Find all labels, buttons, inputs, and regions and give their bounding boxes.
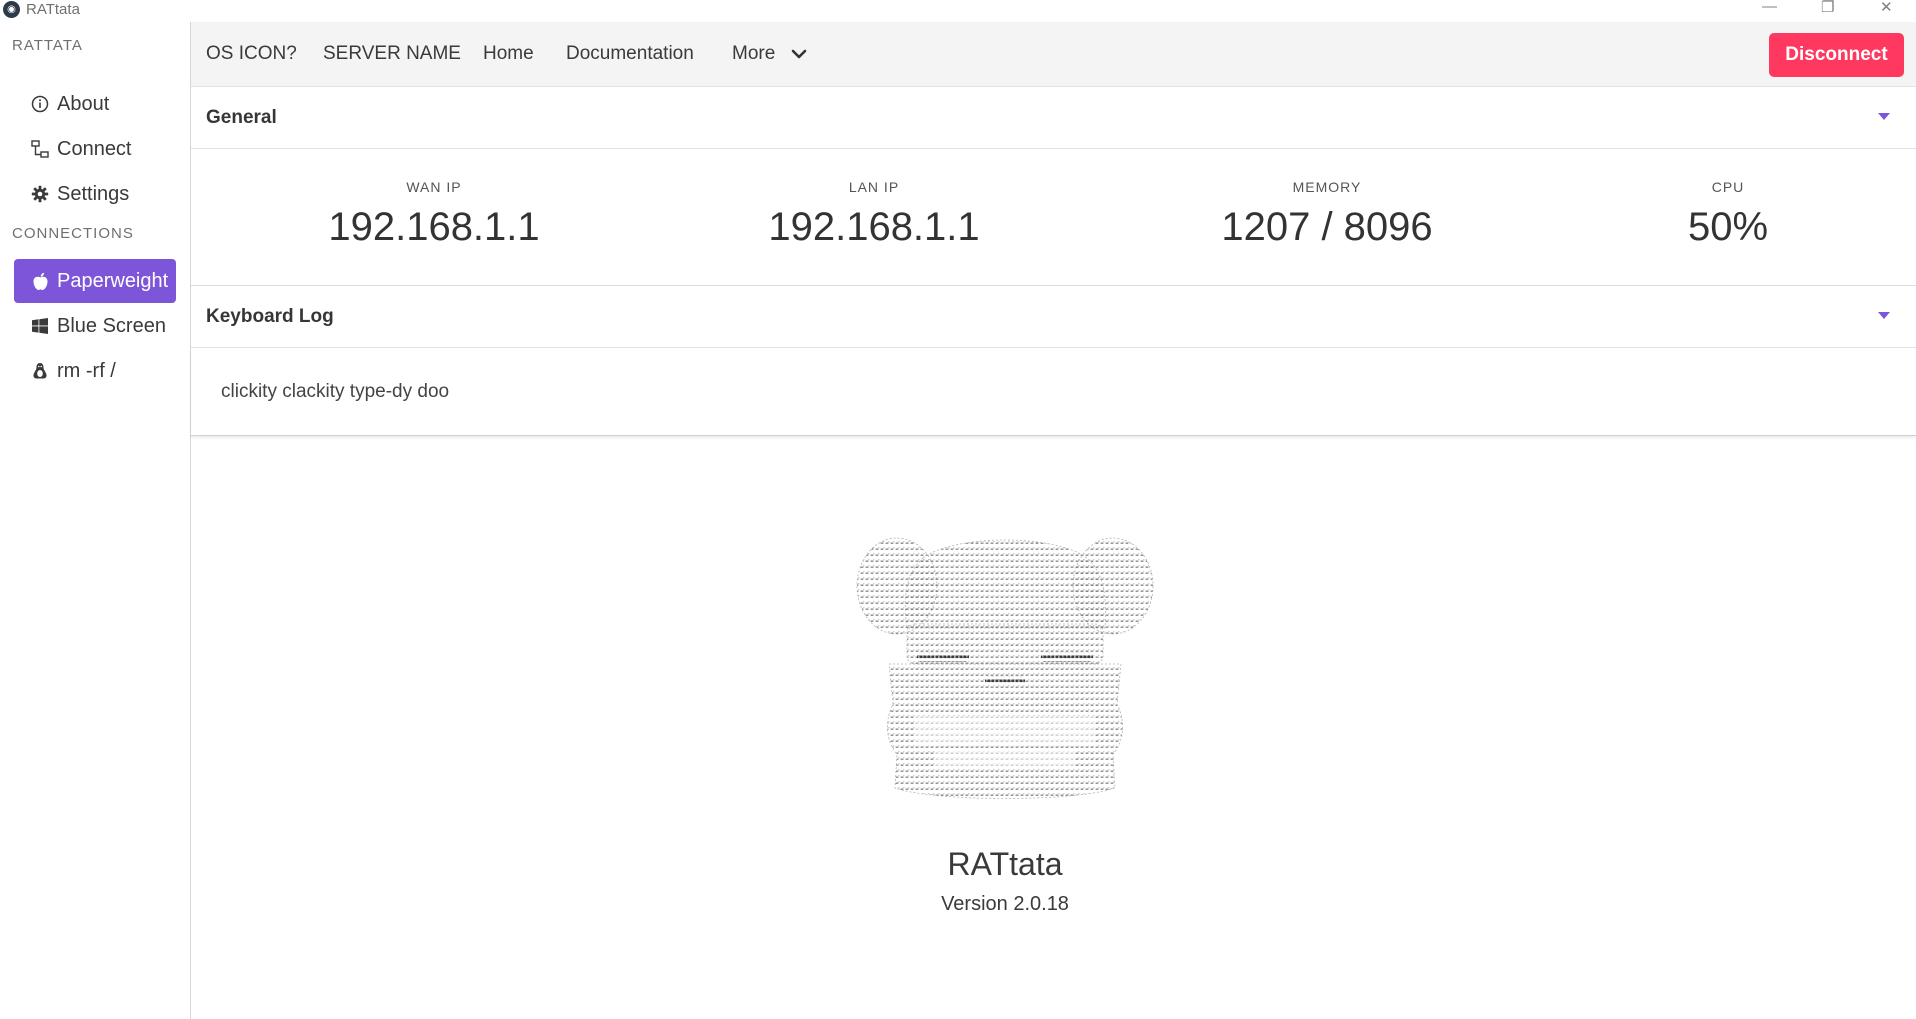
minimize-button[interactable]: — (1762, 0, 1777, 15)
rat-mascot-ascii-art (856, 537, 1154, 799)
general-stats: WAN IP 192.168.1.1 LAN IP 192.168.1.1 ME… (191, 148, 1916, 286)
stat-value: 192.168.1.1 (328, 205, 540, 249)
sidebar-item-label: Connect (57, 137, 132, 160)
nav-more[interactable]: More (732, 22, 807, 86)
sidebar-item-rm-rf[interactable]: rm -rf / (14, 349, 176, 393)
sidebar-item-label: Paperweight (57, 269, 169, 292)
chevron-down-icon (791, 49, 806, 59)
sidebar-item-label: Blue Screen (57, 314, 166, 337)
stat-wan-ip: WAN IP 192.168.1.1 (284, 148, 584, 250)
stat-label: LAN IP (848, 179, 900, 195)
caret-down-icon[interactable] (1878, 113, 1890, 120)
apple-icon (27, 272, 53, 291)
sidebar: RATTATA About Connect Settings CONNECTIO… (0, 22, 191, 1019)
windows-icon (27, 318, 53, 334)
sidebar-item-label: About (57, 92, 110, 115)
top-navbar: OS ICON? SERVER NAME Home Documentation … (191, 22, 1916, 87)
general-panel-title: General (206, 107, 277, 128)
nav-os-icon[interactable]: OS ICON? (206, 22, 297, 86)
info-icon (27, 95, 53, 113)
stat-label: CPU (1711, 179, 1745, 195)
disconnect-button[interactable]: Disconnect (1769, 33, 1904, 77)
about-app-version: Version 2.0.18 (941, 893, 1069, 915)
sidebar-item-connect[interactable]: Connect (14, 127, 176, 171)
stat-label: MEMORY (1292, 179, 1362, 195)
sidebar-item-settings[interactable]: Settings (14, 172, 176, 216)
sidebar-section-app: RATTATA (12, 37, 83, 54)
keyboard-log-panel-header[interactable]: Keyboard Log (191, 287, 1916, 348)
keyboard-log-panel-title: Keyboard Log (206, 306, 334, 327)
stat-value: 50% (1687, 205, 1769, 249)
sidebar-item-label: Settings (57, 182, 130, 205)
sidebar-section-connections: CONNECTIONS (12, 225, 134, 242)
stat-cpu: CPU 50% (1578, 148, 1878, 250)
restore-button[interactable]: ❐ (1821, 0, 1834, 16)
nav-more-label: More (732, 43, 776, 64)
keyboard-log-body: clickity clackity type-dy doo (191, 348, 1916, 436)
window-title: RATtata (26, 1, 80, 18)
sidebar-item-paperweight[interactable]: Paperweight (14, 259, 176, 303)
sidebar-item-label: rm -rf / (57, 359, 116, 382)
window-titlebar: ◉ RATtata — ❐ ✕ (0, 0, 1916, 22)
sidebar-item-blue-screen[interactable]: Blue Screen (14, 304, 176, 348)
app-logo-icon: ◉ (3, 1, 20, 18)
keyboard-log-text: clickity clackity type-dy doo (221, 381, 450, 402)
about-app-name: RATtata (947, 846, 1063, 882)
stat-label: WAN IP (406, 179, 462, 195)
stat-lan-ip: LAN IP 192.168.1.1 (724, 148, 1024, 250)
nav-server-name[interactable]: SERVER NAME (323, 22, 461, 86)
close-button[interactable]: ✕ (1880, 0, 1893, 16)
nav-documentation[interactable]: Documentation (566, 22, 694, 86)
stat-memory: MEMORY 1207 / 8096 (1177, 148, 1477, 250)
network-icon (27, 140, 53, 158)
sidebar-item-about[interactable]: About (14, 82, 176, 126)
stat-value: 1207 / 8096 (1221, 205, 1433, 249)
gear-icon (27, 185, 53, 203)
caret-down-icon[interactable] (1878, 312, 1890, 319)
general-panel-header[interactable]: General (191, 88, 1916, 149)
linux-icon (27, 362, 53, 380)
stat-value: 192.168.1.1 (768, 205, 980, 249)
nav-home[interactable]: Home (483, 22, 534, 86)
